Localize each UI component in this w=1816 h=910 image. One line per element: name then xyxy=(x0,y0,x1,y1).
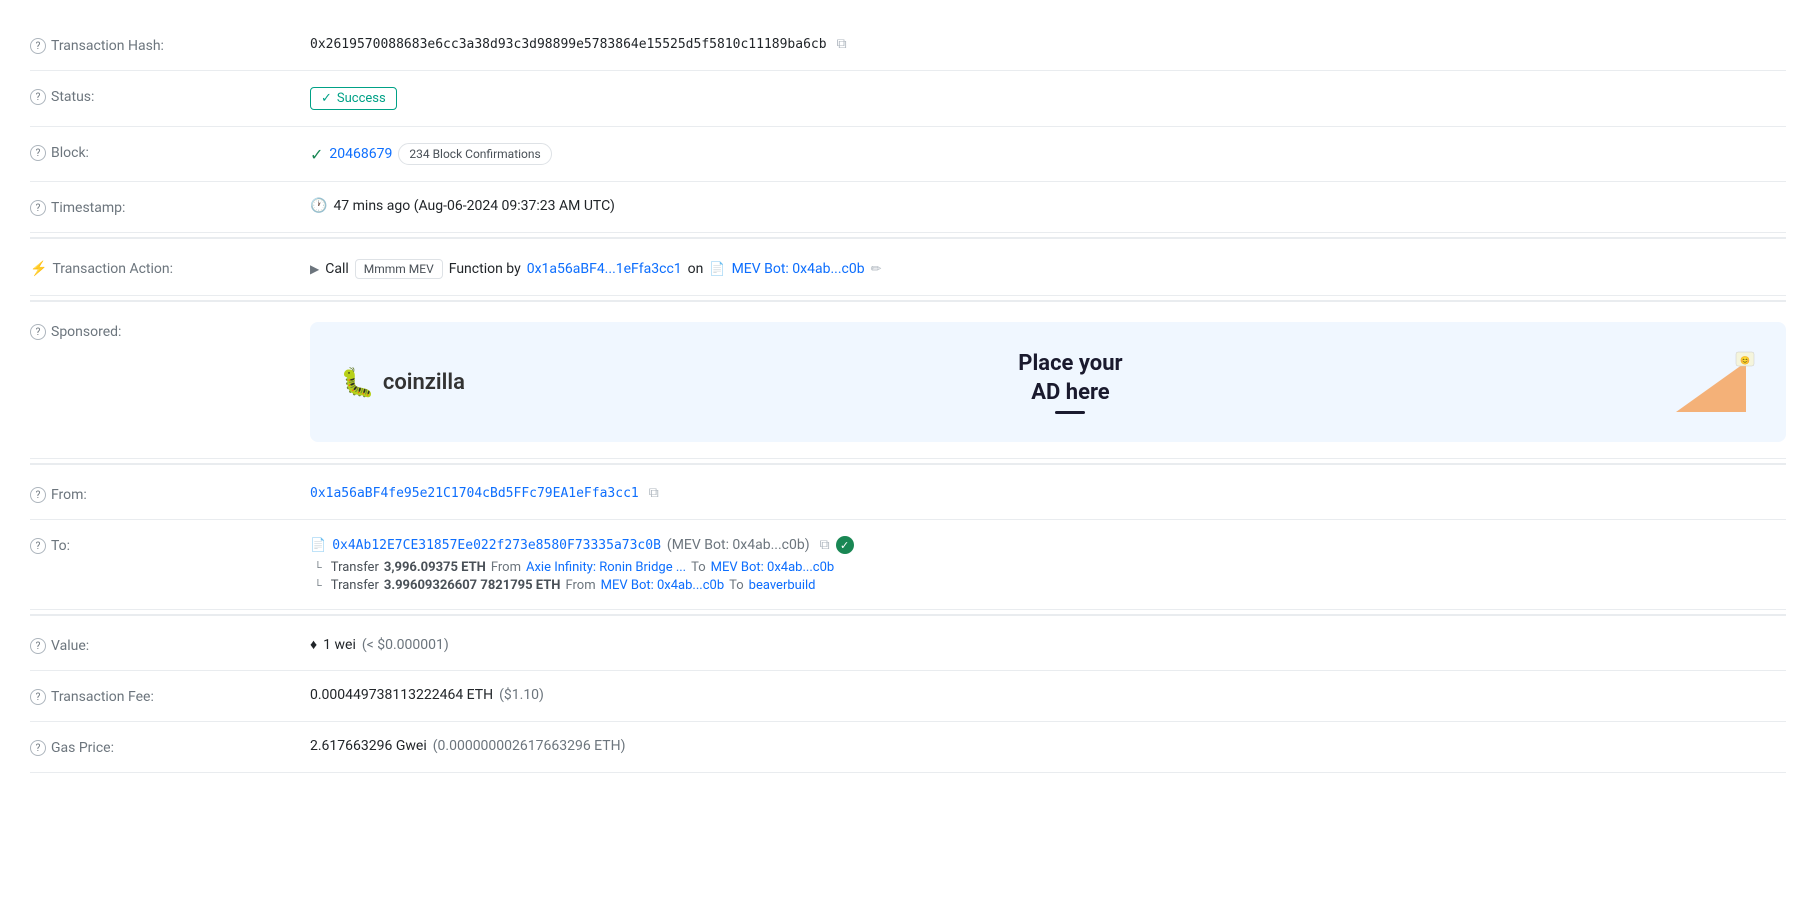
block-number-link[interactable]: 20468679 xyxy=(329,146,392,162)
mev-badge: Mmmm MEV xyxy=(355,259,443,279)
ad-text: Place your AD here xyxy=(1018,350,1122,414)
timestamp-label: ? Timestamp: xyxy=(30,198,310,216)
to-verified-icon: ✓ xyxy=(836,536,854,554)
ad-triangle-graphic: 😊 xyxy=(1676,342,1756,422)
ad-underline xyxy=(1055,411,1085,414)
status-badge: ✓ Success xyxy=(310,87,397,110)
transfer-0-to-link[interactable]: MEV Bot: 0x4ab...c0b xyxy=(711,560,835,575)
edit-icon[interactable]: ✏ xyxy=(871,262,882,277)
copy-to-icon[interactable]: ⧉ xyxy=(820,537,830,553)
action-from-address-link[interactable]: 0x1a56aBF4...1eFfa3cc1 xyxy=(527,261,682,277)
transaction-hash-value: 0x2619570088683e6cc3a38d93c3d98899e57838… xyxy=(310,37,827,52)
file-icon: 📄 xyxy=(709,262,725,277)
fee-amount: 0.000449738113222464 ETH xyxy=(310,687,493,703)
copy-hash-icon[interactable]: ⧉ xyxy=(837,36,847,52)
clock-icon: 🕐 xyxy=(310,198,327,214)
copy-from-icon[interactable]: ⧉ xyxy=(649,485,659,501)
value-label: ? Value: xyxy=(30,636,310,654)
lightning-icon: ⚡ xyxy=(30,261,47,277)
coinzilla-bug-icon: 🐛 xyxy=(340,366,375,399)
transaction-hash-row: ? Transaction Hash: 0x2619570088683e6cc3… xyxy=(30,20,1786,71)
block-label: ? Block: xyxy=(30,143,310,161)
timestamp-help-icon[interactable]: ? xyxy=(30,200,46,216)
transaction-hash-value-col: 0x2619570088683e6cc3a38d93c3d98899e57838… xyxy=(310,36,1786,52)
to-row: ? To: 📄 0x4Ab12E7CE31857Ee022f273e8580F7… xyxy=(30,520,1786,610)
to-address-line: 📄 0x4Ab12E7CE31857Ee022f273e8580F73335a7… xyxy=(310,536,854,554)
value-amount: 1 wei xyxy=(323,637,356,653)
eth-diamond-icon: ♦ xyxy=(310,636,317,653)
value-usd: (< $0.000001) xyxy=(362,637,449,653)
status-row: ? Status: ✓ Success xyxy=(30,71,1786,127)
sponsored-value-col: 🐛 coinzilla Place your AD here 😊 xyxy=(310,322,1786,442)
sponsored-help-icon[interactable]: ? xyxy=(30,324,46,340)
status-label: ? Status: xyxy=(30,87,310,105)
transaction-fee-value-col: 0.000449738113222464 ETH ($1.10) xyxy=(310,687,1786,703)
transaction-fee-row: ? Transaction Fee: 0.000449738113222464 … xyxy=(30,671,1786,722)
transaction-action-value-col: ▶ Call Mmmm MEV Function by 0x1a56aBF4..… xyxy=(310,259,1786,279)
block-row: ? Block: ✓ 20468679 234 Block Confirmati… xyxy=(30,127,1786,182)
from-label: ? From: xyxy=(30,485,310,503)
fee-usd: ($1.10) xyxy=(499,687,544,703)
transfer-1-to-link[interactable]: beaverbuild xyxy=(749,578,816,593)
ad-graphic: 😊 xyxy=(1676,342,1756,422)
value-help-icon[interactable]: ? xyxy=(30,638,46,654)
gas-price-help-icon[interactable]: ? xyxy=(30,740,46,756)
transfer-1-from-link[interactable]: MEV Bot: 0x4ab...c0b xyxy=(601,578,725,593)
svg-text:😊: 😊 xyxy=(1740,356,1750,365)
transaction-fee-label: ? Transaction Fee: xyxy=(30,687,310,705)
from-value-col: 0x1a56aBF4fe95e21C1704cBd5FFc79EA1eFfa3c… xyxy=(310,485,1786,501)
transaction-fee-help-icon[interactable]: ? xyxy=(30,689,46,705)
sponsored-label: ? Sponsored: xyxy=(30,322,310,340)
timestamp-value-col: 🕐 47 mins ago (Aug-06-2024 09:37:23 AM U… xyxy=(310,198,1786,214)
block-help-icon[interactable]: ? xyxy=(30,145,46,161)
to-help-icon[interactable]: ? xyxy=(30,538,46,554)
from-row: ? From: 0x1a56aBF4fe95e21C1704cBd5FFc79E… xyxy=(30,469,1786,520)
value-row: ? Value: ♦ 1 wei (< $0.000001) xyxy=(30,620,1786,671)
confirmations-badge: 234 Block Confirmations xyxy=(398,143,551,165)
from-help-icon[interactable]: ? xyxy=(30,487,46,503)
transfer-list: └ Transfer 3,996.09375 ETH From Axie Inf… xyxy=(310,560,834,593)
gas-price-value-col: 2.617663296 Gwei (0.000000002617663296 E… xyxy=(310,738,1786,754)
transaction-hash-help-icon[interactable]: ? xyxy=(30,38,46,54)
transfer-0-from-link[interactable]: Axie Infinity: Ronin Bridge ... xyxy=(526,560,686,575)
status-help-icon[interactable]: ? xyxy=(30,89,46,105)
to-value-col: 📄 0x4Ab12E7CE31857Ee022f273e8580F73335a7… xyxy=(310,536,1786,593)
transfer-arrow-0: └ xyxy=(314,561,322,574)
transaction-action-row: ⚡ Transaction Action: ▶ Call Mmmm MEV Fu… xyxy=(30,243,1786,296)
to-address-link[interactable]: 0x4Ab12E7CE31857Ee022f273e8580F73335a73c… xyxy=(332,538,661,553)
to-file-icon: 📄 xyxy=(310,538,326,553)
block-value-col: ✓ 20468679 234 Block Confirmations xyxy=(310,143,1786,165)
timestamp-row: ? Timestamp: 🕐 47 mins ago (Aug-06-2024 … xyxy=(30,182,1786,233)
ad-brand: 🐛 coinzilla xyxy=(340,366,465,399)
block-check-icon: ✓ xyxy=(310,145,323,164)
to-label-suffix: (MEV Bot: 0x4ab...c0b) xyxy=(667,537,810,553)
gas-price-row: ? Gas Price: 2.617663296 Gwei (0.0000000… xyxy=(30,722,1786,773)
gas-price-label: ? Gas Price: xyxy=(30,738,310,756)
sponsored-row: ? Sponsored: 🐛 coinzilla Place your AD h… xyxy=(30,306,1786,459)
transaction-action-label: ⚡ Transaction Action: xyxy=(30,259,310,277)
to-label: ? To: xyxy=(30,536,310,554)
transaction-hash-label: ? Transaction Hash: xyxy=(30,36,310,54)
status-value-col: ✓ Success xyxy=(310,87,1786,110)
action-arrow-icon: ▶ xyxy=(310,262,319,276)
gas-amount: 2.617663296 Gwei xyxy=(310,738,427,754)
status-check-icon: ✓ xyxy=(321,91,332,106)
coinzilla-logo: 🐛 coinzilla xyxy=(340,366,465,399)
gas-eth: (0.000000002617663296 ETH) xyxy=(433,738,626,754)
from-address-link[interactable]: 0x1a56aBF4fe95e21C1704cBd5FFc79EA1eFfa3c… xyxy=(310,486,639,501)
action-to-label-link[interactable]: MEV Bot: 0x4ab...c0b xyxy=(732,261,865,277)
transfer-arrow-1: └ xyxy=(314,579,322,592)
value-value-col: ♦ 1 wei (< $0.000001) xyxy=(310,636,1786,653)
transfer-row-0: └ Transfer 3,996.09375 ETH From Axie Inf… xyxy=(314,560,834,575)
transfer-row-1: └ Transfer 3.99609326607 7821795 ETH Fro… xyxy=(314,578,834,593)
ad-banner[interactable]: 🐛 coinzilla Place your AD here 😊 xyxy=(310,322,1786,442)
